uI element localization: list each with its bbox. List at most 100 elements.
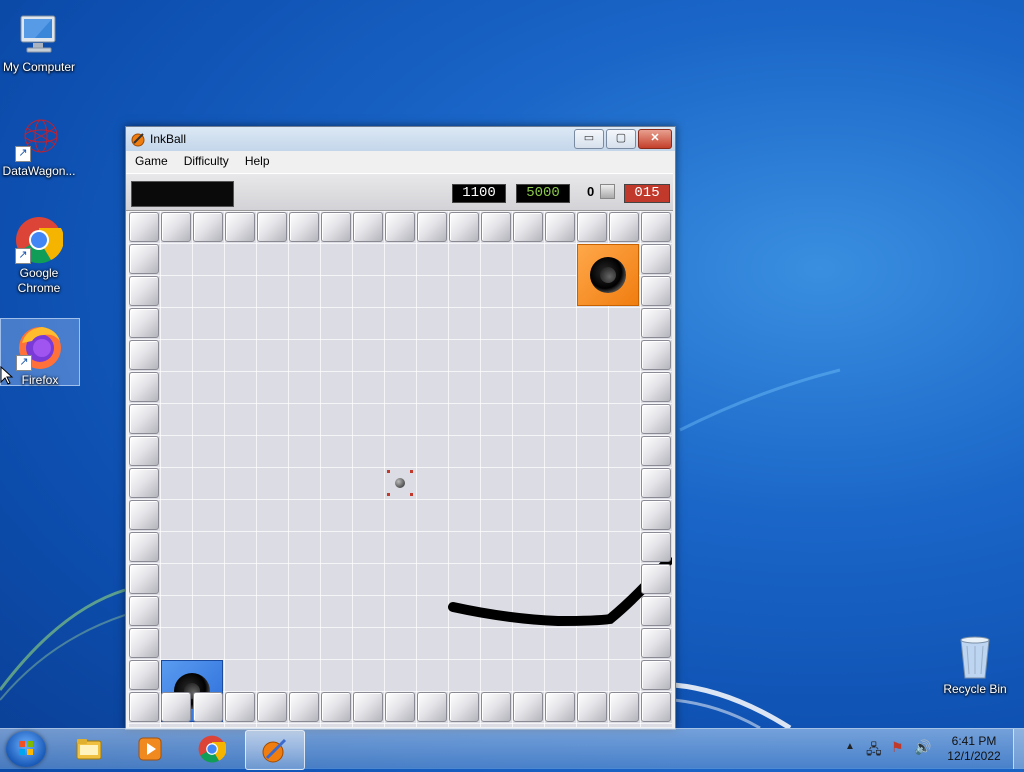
target-score: 5000 (516, 184, 570, 203)
datawagon-icon: ↗ (15, 114, 63, 162)
windows-logo-icon (19, 741, 33, 755)
wall-tile (513, 212, 543, 242)
wall-tile (129, 308, 159, 338)
wall-tile (545, 212, 575, 242)
chrome-icon (198, 735, 226, 763)
tray-expand-icon[interactable]: ▲ (845, 741, 855, 752)
wall-tile (129, 212, 159, 242)
wall-tile (129, 564, 159, 594)
wall-tile (257, 212, 287, 242)
wall-tile (417, 692, 447, 722)
wall-tile (641, 500, 671, 530)
wall-tile (289, 212, 319, 242)
wall-tile (129, 660, 159, 690)
menu-bar: Game Difficulty Help (126, 151, 675, 171)
wall-tile (609, 692, 639, 722)
wall-tile (129, 532, 159, 562)
wall-tile (641, 660, 671, 690)
wall-tile (289, 692, 319, 722)
wall-tile (481, 692, 511, 722)
taskbar-inkball-button[interactable] (245, 730, 305, 770)
wall-tile (353, 212, 383, 242)
wall-tile (641, 308, 671, 338)
wall-tile (641, 276, 671, 306)
inkball-app-icon (131, 133, 145, 147)
system-clock[interactable]: 6:41 PM 12/1/2022 (938, 734, 1010, 764)
desktop-icon-label: Google Chrome (17, 266, 61, 295)
wall-tile (225, 212, 255, 242)
ink-preview-panel (131, 181, 234, 207)
clock-date: 12/1/2022 (947, 749, 1001, 763)
mouse-cursor-icon (0, 366, 14, 385)
desktop-icon-recycle-bin[interactable]: Recycle Bin (936, 628, 1014, 698)
wall-tile (641, 372, 671, 402)
firefox-icon: ↗ (16, 323, 64, 371)
wall-tile (449, 212, 479, 242)
wall-tile (641, 468, 671, 498)
action-center-flag-icon[interactable]: ⚑ (891, 739, 904, 756)
wall-tile (577, 212, 607, 242)
desktop-icon-label: My Computer (2, 60, 76, 74)
ball-queue-icon (600, 184, 615, 199)
wall-tile (513, 692, 543, 722)
wall-tile (129, 244, 159, 274)
wall-tile (129, 596, 159, 626)
minimize-button[interactable]: ▭ (574, 129, 604, 149)
wall-tile (161, 692, 191, 722)
computer-icon (15, 10, 63, 58)
menu-difficulty[interactable]: Difficulty (175, 151, 236, 168)
wall-tile (129, 436, 159, 466)
shortcut-arrow-icon: ↗ (16, 355, 32, 371)
wall-tile (417, 212, 447, 242)
window-title: InkBall (150, 132, 187, 146)
desktop-icon-my-computer[interactable]: My Computer (0, 6, 78, 76)
close-button[interactable]: ✕ (638, 129, 672, 149)
wall-tile (545, 692, 575, 722)
desktop-icon-label: Recycle Bin (943, 682, 1007, 696)
wall-tile (129, 468, 159, 498)
wall-tile (321, 692, 351, 722)
start-button[interactable] (6, 731, 46, 767)
menu-help[interactable]: Help (236, 151, 277, 168)
current-score: 1100 (452, 184, 506, 203)
media-player-icon (138, 737, 162, 761)
wall-tile (193, 212, 223, 242)
wall-tile (129, 340, 159, 370)
taskbar-explorer-button[interactable] (60, 730, 118, 768)
title-bar[interactable]: InkBall ▭ ▢ ✕ (126, 127, 675, 151)
wall-tile (577, 692, 607, 722)
wall-tile (641, 596, 671, 626)
wall-tile (193, 692, 223, 722)
wall-tile (225, 692, 255, 722)
menu-game[interactable]: Game (126, 151, 175, 168)
network-icon[interactable]: 🖧 (866, 739, 882, 763)
desktop-icon-google-chrome[interactable]: ↗ Google Chrome (0, 212, 78, 298)
taskbar: ▲ 🖧 ⚑ 🔊 6:41 PM 12/1/2022 (0, 728, 1024, 770)
wall-tile (129, 500, 159, 530)
maximize-button[interactable]: ▢ (606, 129, 636, 149)
volume-icon[interactable]: 🔊 (914, 739, 931, 756)
wall-tile (641, 692, 671, 722)
wall-tile (353, 692, 383, 722)
wall-tile (641, 564, 671, 594)
wall-tile (641, 436, 671, 466)
wall-tile (641, 404, 671, 434)
game-board[interactable] (128, 211, 672, 727)
inkball-window: InkBall ▭ ▢ ✕ Game Difficulty Help 1100 50… (125, 126, 676, 730)
score-bar: 1100 5000 0 015 (126, 173, 673, 211)
show-desktop-button[interactable] (1013, 729, 1024, 769)
wall-tile (385, 692, 415, 722)
wall-tile (161, 212, 191, 242)
recycle-bin-icon (951, 632, 999, 680)
taskbar-media-player-button[interactable] (121, 730, 179, 768)
timer: 015 (624, 184, 670, 203)
wall-tile (129, 276, 159, 306)
desktop-icon-datawagon[interactable]: ↗ DataWagon... (0, 110, 78, 180)
wall-tile (321, 212, 351, 242)
taskbar-chrome-button[interactable] (183, 730, 241, 768)
wall-tile (385, 212, 415, 242)
wall-tile (257, 692, 287, 722)
shortcut-arrow-icon: ↗ (15, 146, 31, 162)
wall-tile (129, 372, 159, 402)
desktop-icon-label: DataWagon... (2, 164, 76, 178)
